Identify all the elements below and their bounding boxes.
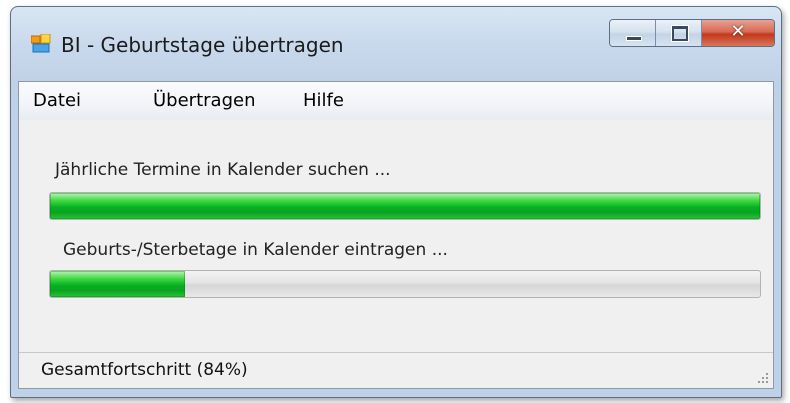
minimize-icon (626, 36, 642, 41)
app-window-icon (31, 34, 51, 53)
progress-fill-insert (50, 271, 185, 297)
task-label-search: Jährliche Termine in Kalender suchen ... (55, 160, 391, 180)
title-bar[interactable]: BI - Geburtstage übertragen ✕ (11, 7, 781, 77)
close-icon: ✕ (730, 21, 746, 42)
menu-datei[interactable]: Datei (33, 90, 81, 111)
menu-uebertragen[interactable]: Übertragen (153, 90, 255, 111)
task-label-insert: Geburts-/Sterbetage in Kalender eintrage… (63, 240, 448, 260)
progress-bar-insert (49, 270, 761, 298)
window-title: BI - Geburtstage übertragen (61, 33, 344, 57)
status-text: Gesamtfortschritt (84%) (41, 360, 248, 380)
maximize-button[interactable] (656, 20, 702, 46)
progress-fill-search (50, 193, 760, 219)
status-bar: Gesamtfortschritt (84%) (19, 352, 773, 388)
app-window: BI - Geburtstage übertragen ✕ Datei Über… (10, 6, 782, 398)
close-button[interactable]: ✕ (702, 20, 774, 46)
resize-grip-icon[interactable] (755, 370, 769, 384)
menu-bar: Datei Übertragen Hilfe (19, 82, 773, 120)
minimize-button[interactable] (610, 20, 656, 46)
progress-bar-search (49, 192, 761, 220)
maximize-icon (671, 25, 689, 42)
caption-buttons: ✕ (609, 19, 775, 47)
client-area: Datei Übertragen Hilfe Jährliche Termine… (18, 81, 774, 389)
menu-hilfe[interactable]: Hilfe (303, 90, 344, 111)
